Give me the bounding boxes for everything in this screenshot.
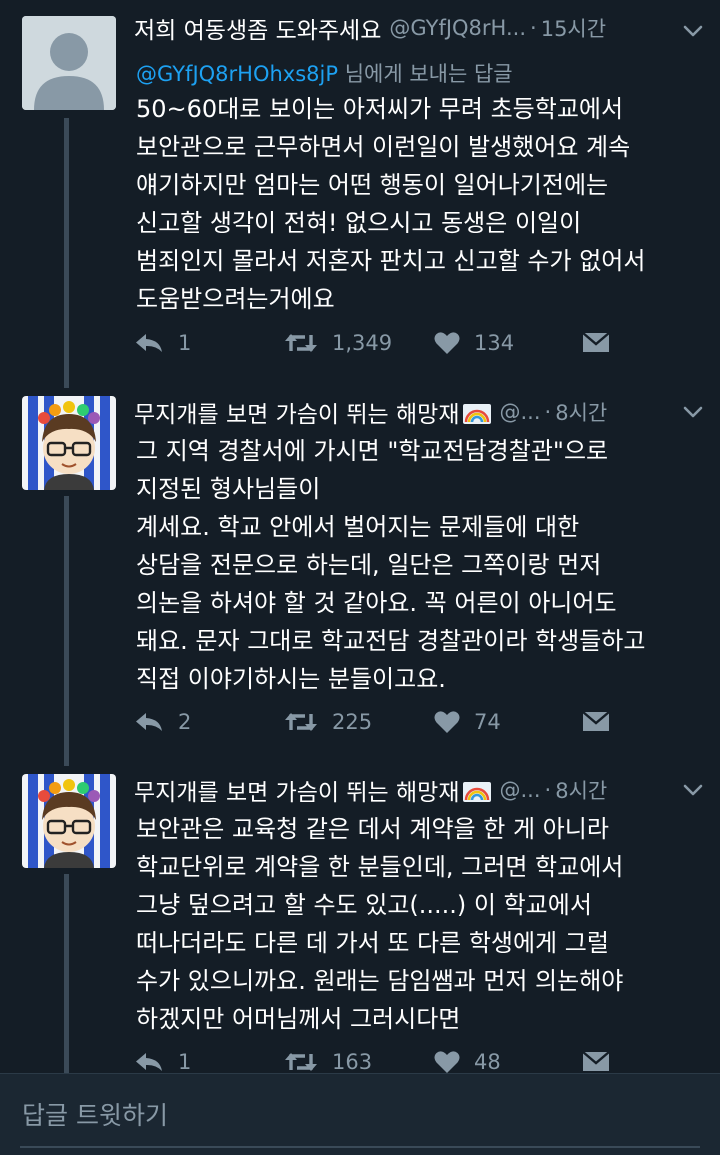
- rainbow-emoji-icon: [463, 404, 492, 424]
- rainbow-emoji-icon: [463, 782, 492, 802]
- display-name[interactable]: 무지개를 보면 가슴이 뛰는 해망재: [134, 773, 492, 807]
- tweet-header: 무지개를 보면 가슴이 뛰는 해망재 @... · 8시간: [134, 772, 704, 808]
- reply-icon: [136, 1053, 162, 1071]
- like-button[interactable]: 134: [434, 325, 514, 361]
- direct-message-button[interactable]: [582, 325, 610, 361]
- tweet-header: 무지개를 보면 가슴이 뛰는 해망재 @... · 8시간: [134, 394, 704, 430]
- heart-icon: [434, 711, 460, 733]
- tweet-header: 저희 여동생좀 도와주세요 @GYfJQ8rH... · 15시간: [134, 10, 704, 46]
- retweet-count: 1,349: [332, 331, 393, 355]
- reply-mention-link[interactable]: @GYfJQ8rHOhxs8jP: [136, 62, 338, 86]
- default-profile-icon: [22, 16, 116, 110]
- retweet-count: 163: [332, 1050, 373, 1074]
- tweet-text: 그 지역 경찰서에 가시면 "학교전담경찰관"으로 지정된 형사님들이 계세요.…: [136, 437, 646, 693]
- reply-icon: [136, 334, 162, 352]
- avatar[interactable]: [22, 16, 116, 110]
- tweet-actions: 1 1,349 134: [134, 325, 700, 361]
- tweet[interactable]: 저희 여동생좀 도와주세요 @GYfJQ8rH... · 15시간 @GYfJQ…: [0, 0, 720, 380]
- chevron-down-icon[interactable]: [680, 399, 706, 425]
- reply-context: @GYfJQ8rHOhxs8jP 님에게 보내는 답글: [136, 58, 513, 88]
- like-count: 48: [474, 1050, 501, 1074]
- retweet-icon: [285, 1053, 317, 1071]
- retweet-count: 225: [332, 710, 373, 734]
- tweet[interactable]: 무지개를 보면 가슴이 뛰는 해망재 @... · 8시간 보안관은 교육청 같…: [0, 758, 720, 1074]
- direct-message-icon: [582, 1051, 610, 1071]
- like-button[interactable]: 74: [434, 704, 501, 740]
- tweet-text: 50~60대로 보이는 아저씨가 무려 초등학교에서 보안관으로 근무하면서 이…: [136, 95, 646, 313]
- separator-dot: ·: [530, 16, 537, 40]
- retweet-button[interactable]: 225: [284, 704, 372, 740]
- direct-message-icon: [582, 332, 610, 352]
- timestamp[interactable]: 8시간: [555, 397, 607, 427]
- heart-icon: [434, 332, 460, 354]
- tweet[interactable]: 무지개를 보면 가슴이 뛰는 해망재 @... · 8시간 그 지역 경찰서에 …: [0, 380, 720, 756]
- avatar[interactable]: [22, 396, 116, 490]
- retweet-icon: [285, 713, 317, 731]
- reply-compose-bar: 답글 트윗하기: [0, 1073, 720, 1155]
- retweet-icon: [285, 334, 317, 352]
- chevron-down-icon[interactable]: [680, 18, 706, 44]
- user-handle[interactable]: @...: [499, 400, 540, 424]
- like-count: 74: [474, 710, 501, 734]
- separator-dot: ·: [544, 400, 552, 424]
- tweet-text: 보안관은 교육청 같은 데서 계약을 한 게 아니라 학교단위로 계약을 한 분…: [136, 815, 624, 1033]
- chevron-down-icon[interactable]: [680, 777, 706, 803]
- display-name-text: 무지개를 보면 가슴이 뛰는 해망재: [134, 780, 460, 806]
- reply-count: 1: [178, 331, 192, 355]
- heart-icon: [434, 1051, 460, 1073]
- separator-dot: ·: [544, 778, 552, 802]
- timestamp[interactable]: 15시간: [541, 13, 606, 43]
- user-handle[interactable]: @GYfJQ8rH...: [389, 16, 526, 40]
- like-count: 134: [474, 331, 515, 355]
- input-underline: [20, 1146, 700, 1148]
- retweet-button[interactable]: 1,349: [284, 325, 392, 361]
- profile-picture: [22, 774, 116, 868]
- direct-message-icon: [582, 711, 610, 731]
- reply-count: 1: [178, 1050, 192, 1074]
- direct-message-button[interactable]: [582, 704, 610, 740]
- user-handle[interactable]: @...: [499, 778, 540, 802]
- reply-count: 2: [178, 710, 192, 734]
- reply-icon: [136, 713, 162, 731]
- reply-button[interactable]: 2: [134, 704, 191, 740]
- tweet-thread: 저희 여동생좀 도와주세요 @GYfJQ8rH... · 15시간 @GYfJQ…: [0, 0, 720, 1155]
- reply-button[interactable]: 1: [134, 325, 191, 361]
- display-name[interactable]: 무지개를 보면 가슴이 뛰는 해망재: [134, 395, 492, 429]
- timestamp[interactable]: 8시간: [555, 775, 607, 805]
- profile-picture: [22, 396, 116, 490]
- avatar[interactable]: [22, 774, 116, 868]
- display-name[interactable]: 저희 여동생좀 도와주세요: [134, 11, 381, 45]
- display-name-text: 무지개를 보면 가슴이 뛰는 해망재: [134, 402, 460, 428]
- tweet-actions: 2 225 74: [134, 704, 700, 740]
- reply-input[interactable]: 답글 트윗하기: [22, 1096, 168, 1132]
- reply-context-label: 님에게 보내는 답글: [338, 62, 513, 86]
